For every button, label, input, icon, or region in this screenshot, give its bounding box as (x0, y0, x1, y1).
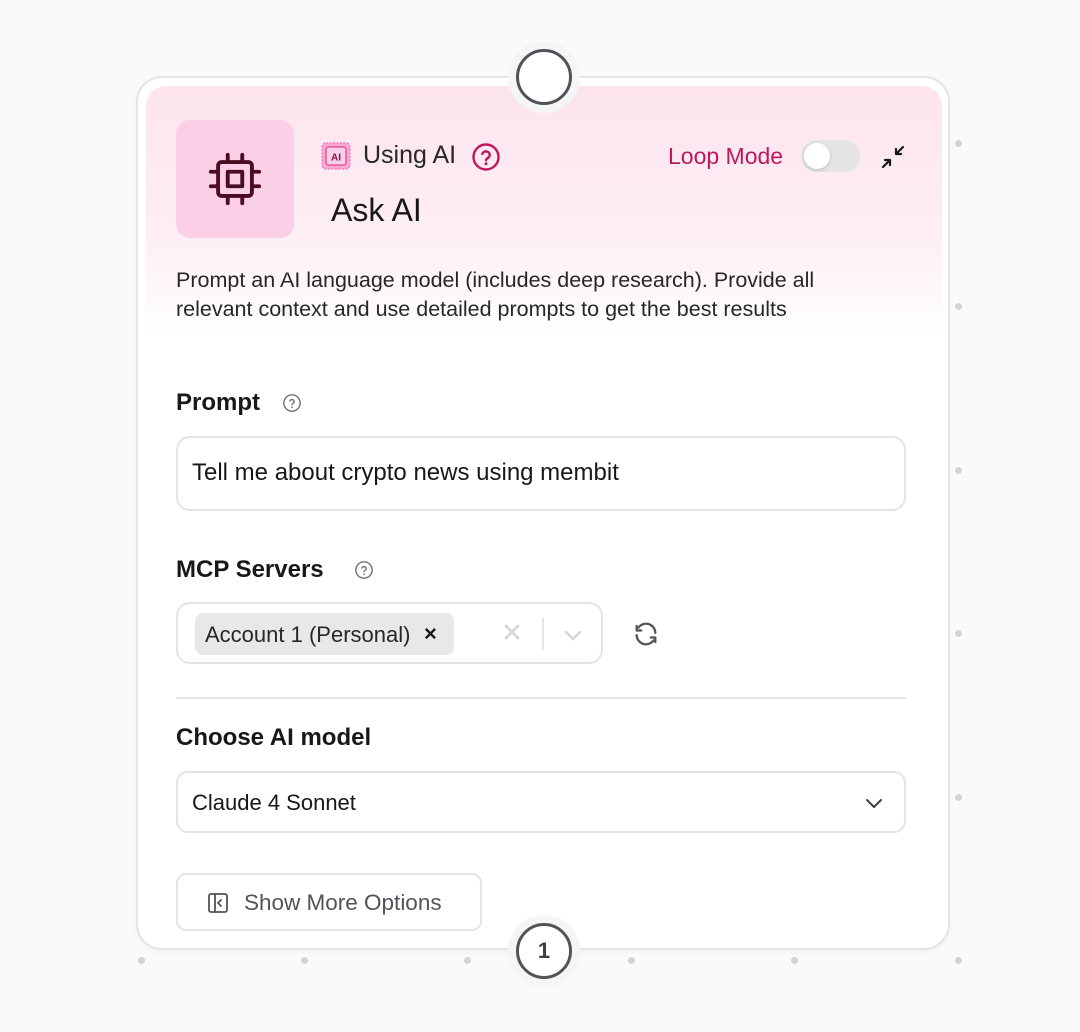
select-separator (542, 618, 544, 650)
refresh-icon[interactable] (632, 620, 660, 648)
canvas-dot (138, 957, 145, 964)
node-icon-box (176, 120, 294, 238)
clear-selection-icon[interactable] (502, 622, 522, 642)
canvas-dot (791, 957, 798, 964)
output-handle[interactable]: 1 (516, 923, 572, 979)
section-divider (176, 697, 906, 699)
canvas-dot (955, 467, 962, 474)
chip-label: Account 1 (Personal) (205, 622, 411, 647)
category-label: Using AI (363, 141, 457, 169)
canvas-dot (955, 140, 962, 147)
show-more-options-label: Show More Options (244, 890, 442, 915)
canvas-dot (955, 957, 962, 964)
loop-mode-label: Loop Mode (668, 143, 784, 169)
canvas-dot (464, 957, 471, 964)
chevron-down-icon (866, 799, 882, 808)
panel-left-icon (208, 893, 228, 913)
canvas-dot (955, 630, 962, 637)
input-handle[interactable] (516, 49, 572, 105)
node-description: Prompt an AI language model (includes de… (176, 268, 815, 321)
mcp-servers-label: MCP Servers (176, 556, 324, 583)
prompt-label: Prompt (176, 389, 260, 416)
canvas-dot (955, 303, 962, 310)
help-circle-icon[interactable] (471, 142, 501, 172)
selected-server-chip: Account 1 (Personal) × (195, 613, 454, 655)
cpu-chip-icon (208, 152, 262, 206)
ai-badge-icon: AI (321, 142, 351, 170)
prompt-input[interactable]: Tell me about crypto news using membit (176, 436, 906, 511)
help-circle-icon[interactable] (354, 560, 374, 580)
toggle-knob (804, 143, 830, 169)
canvas-dot (955, 794, 962, 801)
chip-remove-button[interactable]: × (424, 621, 437, 647)
model-label: Choose AI model (176, 724, 372, 751)
ai-model-select[interactable]: Claude 4 Sonnet (176, 771, 906, 833)
ai-badge-text: AI (331, 153, 341, 164)
canvas-dot (628, 957, 635, 964)
output-handle-label: 1 (537, 938, 551, 963)
collapse-arrows-icon[interactable] (879, 143, 907, 171)
chevron-down-icon[interactable] (562, 624, 584, 646)
mcp-servers-select[interactable]: Account 1 (Personal) × (176, 602, 603, 664)
ai-model-value: Claude 4 Sonnet (192, 790, 356, 815)
show-more-options-button[interactable]: Show More Options (176, 873, 482, 931)
loop-mode-toggle[interactable] (801, 140, 860, 172)
prompt-input-value: Tell me about crypto news using membit (192, 459, 619, 486)
help-circle-icon[interactable] (282, 393, 302, 413)
canvas-dot (301, 957, 308, 964)
node-title: Ask AI (331, 192, 422, 228)
